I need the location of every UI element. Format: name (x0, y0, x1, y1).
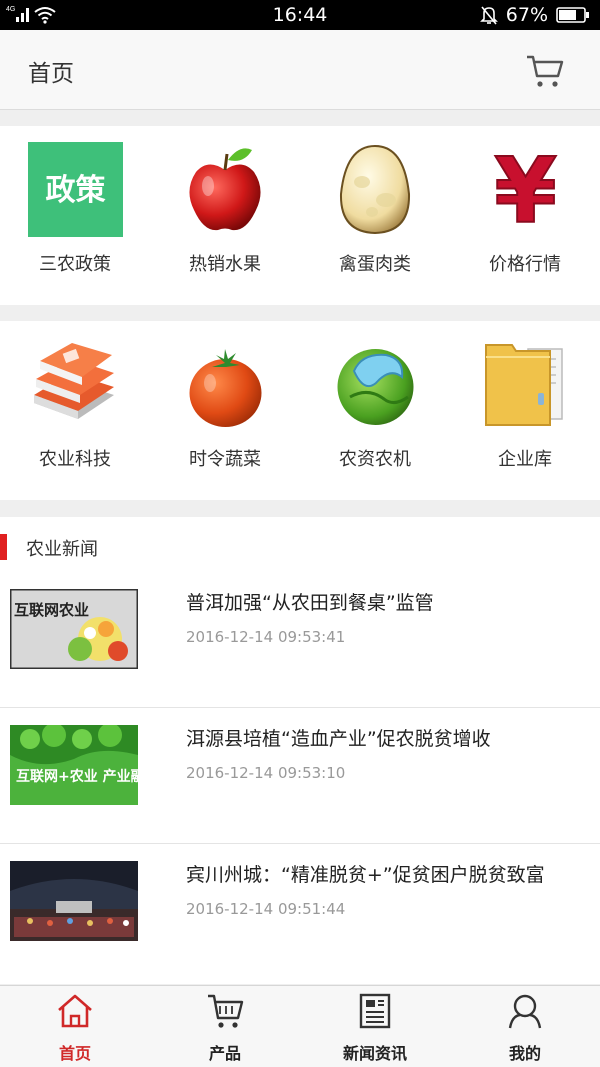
app-header: 首页 (0, 30, 600, 110)
tab-home[interactable]: 首页 (0, 986, 150, 1067)
category-agri-tech[interactable]: 农业科技 (0, 321, 150, 500)
svg-text:¥: ¥ (494, 142, 557, 237)
category-label: 价格行情 (489, 254, 561, 275)
books-icon (34, 343, 114, 419)
news-item[interactable]: 互联网+农业 产业融合新时代 洱源县培植“造血产业”促农脱贫增收 2016-12… (0, 707, 600, 843)
category-enterprises[interactable]: 企业库 (450, 321, 600, 500)
news-section: 农业新闻 互联网农业 普洱加强“从农田到餐桌”监管 2016-12-14 09:… (0, 517, 600, 984)
section-title: 农业新闻 (26, 539, 98, 560)
category-vegetables[interactable]: 时令蔬菜 (150, 321, 300, 500)
news-thumbnail: 互联网+农业 产业融合新时代 (10, 725, 138, 805)
battery-icon (556, 7, 589, 23)
category-label: 禽蛋肉类 (339, 254, 411, 275)
category-grid-1: 政策 三农政策 热销水果 禽蛋肉类 ¥ 价格行情 (0, 126, 600, 305)
page-title: 首页 (28, 61, 74, 87)
battery-percent: 67% (505, 4, 548, 26)
status-bar: 4G 16:44 67% (0, 0, 600, 30)
cart-icon[interactable] (526, 54, 564, 90)
yen-icon: ¥ (493, 142, 558, 237)
category-label: 三农政策 (39, 254, 111, 275)
news-thumbnail (10, 861, 138, 941)
news-title: 普洱加强“从农田到餐桌”监管 (186, 592, 434, 614)
tab-label: 新闻资讯 (342, 1044, 407, 1063)
tab-label: 产品 (208, 1044, 241, 1063)
policy-badge-text: 政策 (46, 173, 106, 208)
category-price[interactable]: ¥ 价格行情 (450, 126, 600, 305)
cart-icon (208, 994, 244, 1028)
home-icon (58, 994, 92, 1028)
news-thumbnail: 互联网农业 (10, 589, 138, 669)
tomato-icon (189, 349, 262, 427)
thumbnail-text: 互联网+农业 产业融合新时代 (16, 768, 138, 785)
category-egg-meat[interactable]: 禽蛋肉类 (300, 126, 450, 305)
tab-label: 我的 (508, 1044, 541, 1063)
bottom-tab-bar: 首页 产品 新闻资讯 我的 (0, 985, 600, 1067)
tab-products[interactable]: 产品 (150, 986, 300, 1067)
section-accent-bar (0, 534, 7, 560)
mute-bell-icon (479, 6, 498, 25)
folder-icon (485, 344, 563, 426)
user-icon (508, 994, 542, 1029)
news-title: 宾川州城：“精准脱贫+”促贫困户脱贫致富 (186, 864, 545, 886)
category-agri-supplies[interactable]: 农资农机 (300, 321, 450, 500)
news-item[interactable]: 互联网农业 普洱加强“从农田到餐桌”监管 2016-12-14 09:53:41 (0, 572, 600, 708)
category-grid-2: 农业科技 时令蔬菜 农资农机 企业库 (0, 321, 600, 500)
category-label: 农业科技 (39, 449, 111, 470)
category-label: 企业库 (498, 449, 552, 470)
tab-profile[interactable]: 我的 (450, 986, 600, 1067)
status-right: 67% (479, 4, 590, 26)
egg-icon (339, 144, 411, 235)
news-date: 2016-12-14 09:53:41 (186, 628, 346, 646)
category-label: 农资农机 (339, 449, 411, 470)
sphere-icon (337, 349, 414, 425)
category-fruit[interactable]: 热销水果 (150, 126, 300, 305)
news-title: 洱源县培植“造血产业”促农脱贫增收 (186, 728, 491, 750)
category-label: 时令蔬菜 (189, 449, 261, 470)
news-date: 2016-12-14 09:51:44 (186, 900, 346, 918)
thumbnail-text: 互联网农业 (14, 601, 89, 619)
tab-label: 首页 (58, 1044, 91, 1063)
tab-news[interactable]: 新闻资讯 (300, 986, 450, 1067)
category-label: 热销水果 (189, 254, 261, 275)
policy-icon: 政策 (28, 142, 123, 237)
news-date: 2016-12-14 09:53:10 (186, 764, 346, 782)
apple-icon (189, 148, 261, 231)
newspaper-icon (359, 993, 391, 1029)
category-policy[interactable]: 政策 三农政策 (0, 126, 150, 305)
news-item[interactable]: 宾川州城：“精准脱贫+”促贫困户脱贫致富 2016-12-14 09:51:44 (0, 843, 600, 979)
